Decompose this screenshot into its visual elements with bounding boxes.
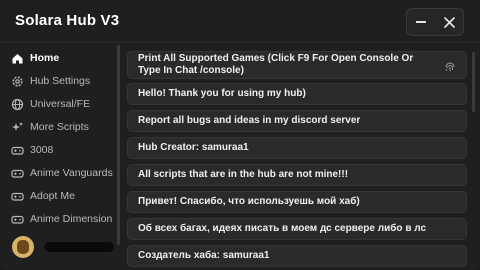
sparkles-icon <box>10 120 24 134</box>
close-button[interactable] <box>435 9 463 35</box>
main-scrollbar[interactable] <box>472 52 475 112</box>
gamepad-icon <box>10 166 24 180</box>
sidebar-item-anime-vanguards[interactable]: Anime Vanguards <box>6 162 116 184</box>
sidebar-item-label: Universal/FE <box>30 98 91 110</box>
list-item[interactable]: Report all bugs and ideas in my discord … <box>127 110 467 132</box>
gamepad-icon <box>10 143 24 157</box>
list-item[interactable]: Hello! Thank you for using my hub) <box>127 83 467 105</box>
sidebar-scrollbar[interactable] <box>117 45 120 245</box>
minimize-icon <box>416 21 426 23</box>
row-text: Print All Supported Games (Click F9 For … <box>138 53 414 76</box>
row-text: All scripts that are in the hub are not … <box>138 169 349 180</box>
list-item[interactable]: Об всех багах, идеях писать в моем дс се… <box>127 218 467 240</box>
sidebar-item-home[interactable]: Home <box>6 47 116 69</box>
row-text: Hello! Thank you for using my hub) <box>138 88 306 99</box>
sidebar-item-label: Hub Settings <box>30 75 91 87</box>
sidebar-item-hub-settings[interactable]: Hub Settings <box>6 70 116 92</box>
list-item[interactable]: Создатель хаба: samuraa1 <box>127 245 467 267</box>
sidebar-item-label: Adopt Me <box>30 190 75 202</box>
row-text: Привет! Спасибо, что используешь мой хаб… <box>138 196 360 207</box>
sidebar-item-universal-fe[interactable]: Universal/FE <box>6 93 116 115</box>
gamepad-icon <box>10 212 24 226</box>
sidebar-item-more-scripts[interactable]: More Scripts <box>6 116 116 138</box>
sidebar-item-3008[interactable]: 3008 <box>6 139 116 161</box>
list-item[interactable]: Hub Creator: samuraa1 <box>127 137 467 159</box>
row-text: Hub Creator: samuraa1 <box>138 142 249 153</box>
list-item[interactable]: Привет! Спасибо, что используешь мой хаб… <box>127 191 467 213</box>
gear-icon <box>10 74 24 88</box>
redacted-username <box>44 242 114 252</box>
sidebar-item-label: Anime Vanguards <box>30 167 113 179</box>
window-title: Solara Hub V3 <box>15 12 120 29</box>
gamepad-icon <box>10 189 24 203</box>
minimize-button[interactable] <box>407 9 435 35</box>
main-content: Print All Supported Games (Click F9 For … <box>124 51 470 270</box>
sidebar-item-adopt-me[interactable]: Adopt Me <box>6 185 116 207</box>
sidebar-item-label: Home <box>30 52 60 64</box>
sidebar-item-anime-dimension[interactable]: Anime Dimension <box>6 208 116 230</box>
close-icon <box>443 16 455 28</box>
fingerprint-icon[interactable] <box>444 61 456 73</box>
user-profile <box>6 232 116 262</box>
row-text: Report all bugs and ideas in my discord … <box>138 115 361 126</box>
window-controls <box>406 8 464 36</box>
sidebar-item-label: Anime Dimension <box>30 213 113 225</box>
row-text: Создатель хаба: samuraa1 <box>138 250 270 261</box>
row-text: Об всех багах, идеях писать в моем дс се… <box>138 223 427 234</box>
list-item[interactable]: Print All Supported Games (Click F9 For … <box>127 51 467 79</box>
sidebar-item-label: 3008 <box>30 144 54 156</box>
title-bar[interactable]: Solara Hub V3 <box>0 0 480 42</box>
home-icon <box>10 51 24 65</box>
hub-window: Solara Hub V3 Home Hub Settings Universa… <box>0 0 480 270</box>
globe-icon <box>10 97 24 111</box>
list-item[interactable]: All scripts that are in the hub are not … <box>127 164 467 186</box>
avatar <box>12 236 34 258</box>
sidebar-item-label: More Scripts <box>30 121 89 133</box>
